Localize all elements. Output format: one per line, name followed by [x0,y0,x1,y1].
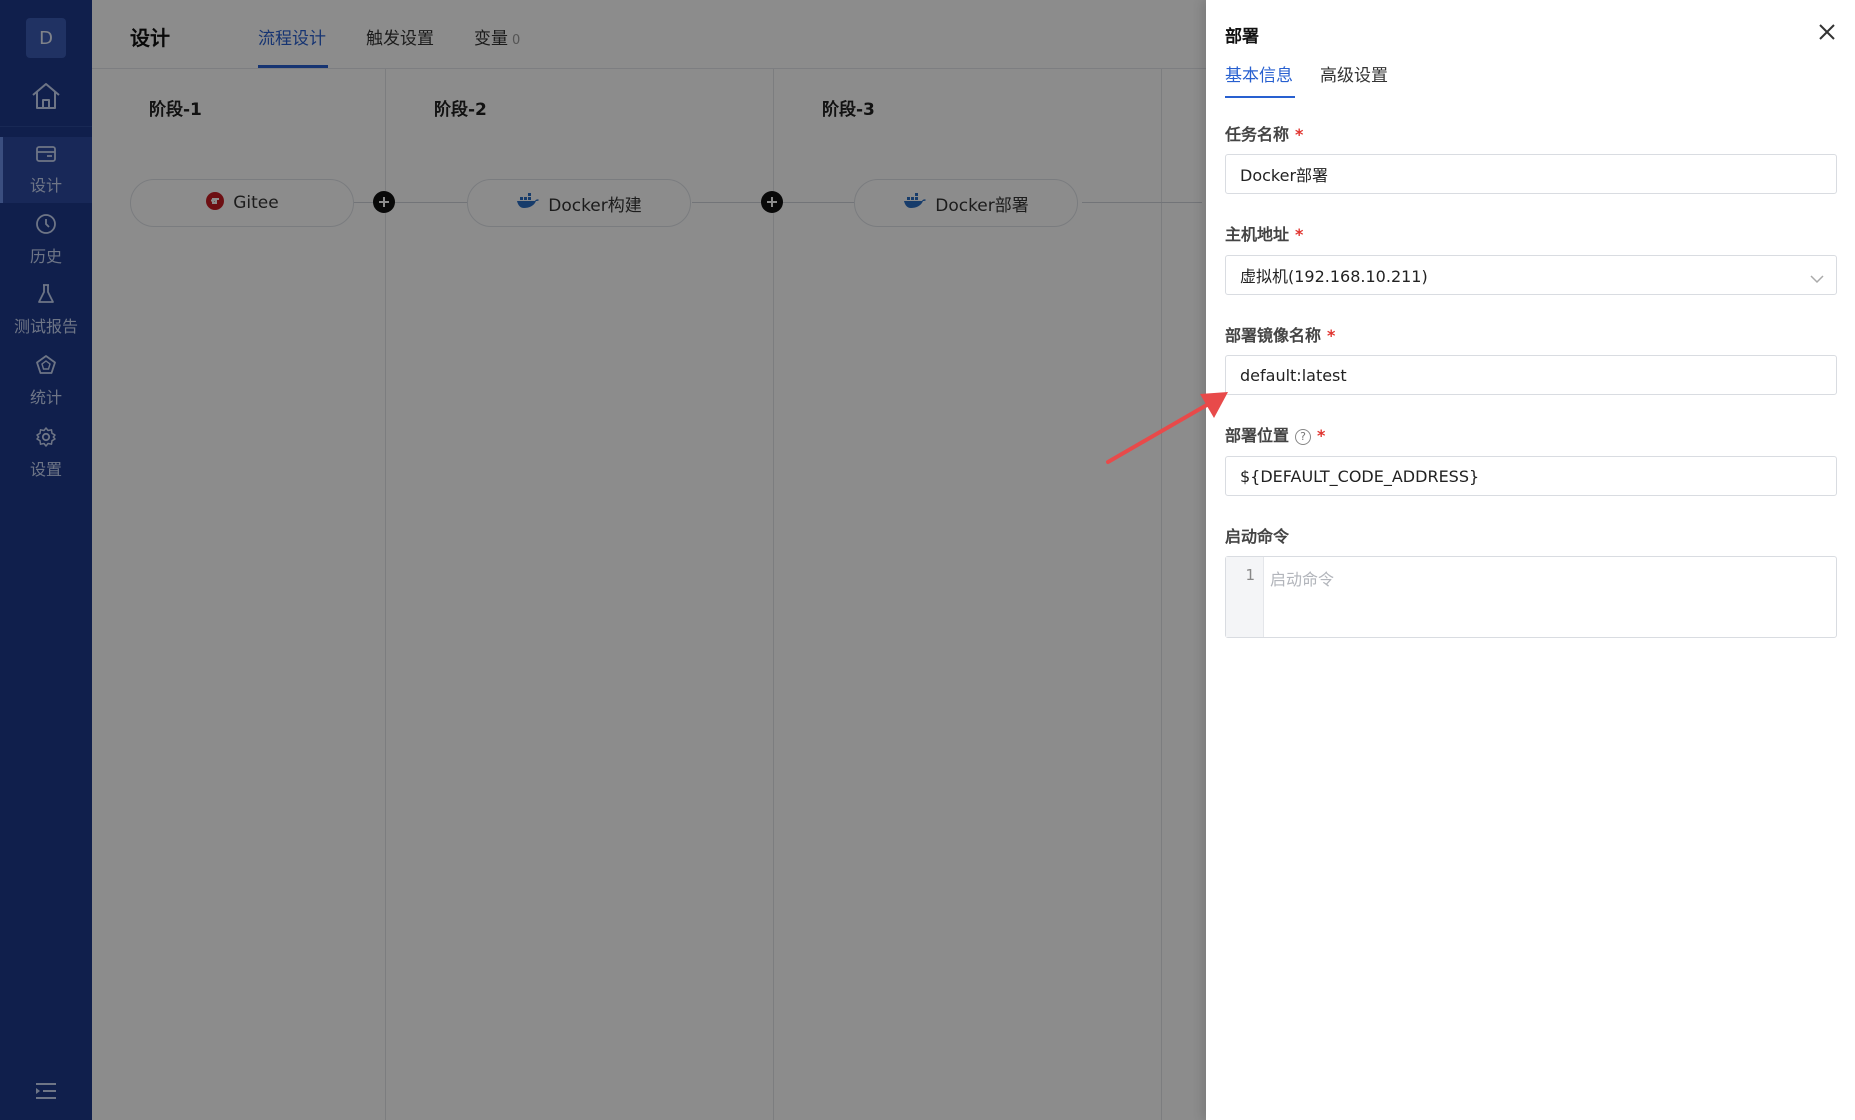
chevron-down-icon [1810,269,1824,288]
required-mark: * [1327,326,1336,345]
required-mark: * [1295,225,1304,244]
start-command-label: 启动命令 [1225,527,1290,546]
task-name-label: 任务名称 * [1225,125,1304,144]
tab-advanced-settings[interactable]: 高级设置 [1320,61,1388,86]
image-name-label: 部署镜像名称 * [1225,326,1336,345]
host-address-value: 虚拟机(192.168.10.211) [1240,267,1428,286]
tab-basic-info[interactable]: 基本信息 [1225,61,1293,86]
host-address-select[interactable]: 虚拟机(192.168.10.211) [1225,255,1837,295]
required-mark: * [1317,426,1326,445]
help-icon[interactable]: ? [1295,428,1312,445]
start-command-editor[interactable]: 1 启动命令 [1225,556,1837,638]
required-mark: * [1295,125,1304,144]
host-address-label: 主机地址 * [1225,225,1304,244]
line-number: 1 [1226,557,1264,637]
deploy-location-input[interactable]: ${DEFAULT_CODE_ADDRESS} [1225,456,1837,496]
image-name-input[interactable]: default:latest [1225,355,1837,395]
task-config-drawer: 部署 基本信息 高级设置 任务名称 * Docker部署 主机地址 * 虚拟机(19… [1206,0,1855,1120]
drawer-title: 部署 [1225,27,1259,47]
task-name-input[interactable]: Docker部署 [1225,154,1837,194]
close-icon[interactable] [1815,20,1839,44]
drawer-tab-indicator [1225,96,1295,98]
editor-placeholder: 启动命令 [1270,570,1335,589]
deploy-location-label: 部署位置? * [1225,426,1326,445]
modal-overlay[interactable] [0,0,1206,1120]
